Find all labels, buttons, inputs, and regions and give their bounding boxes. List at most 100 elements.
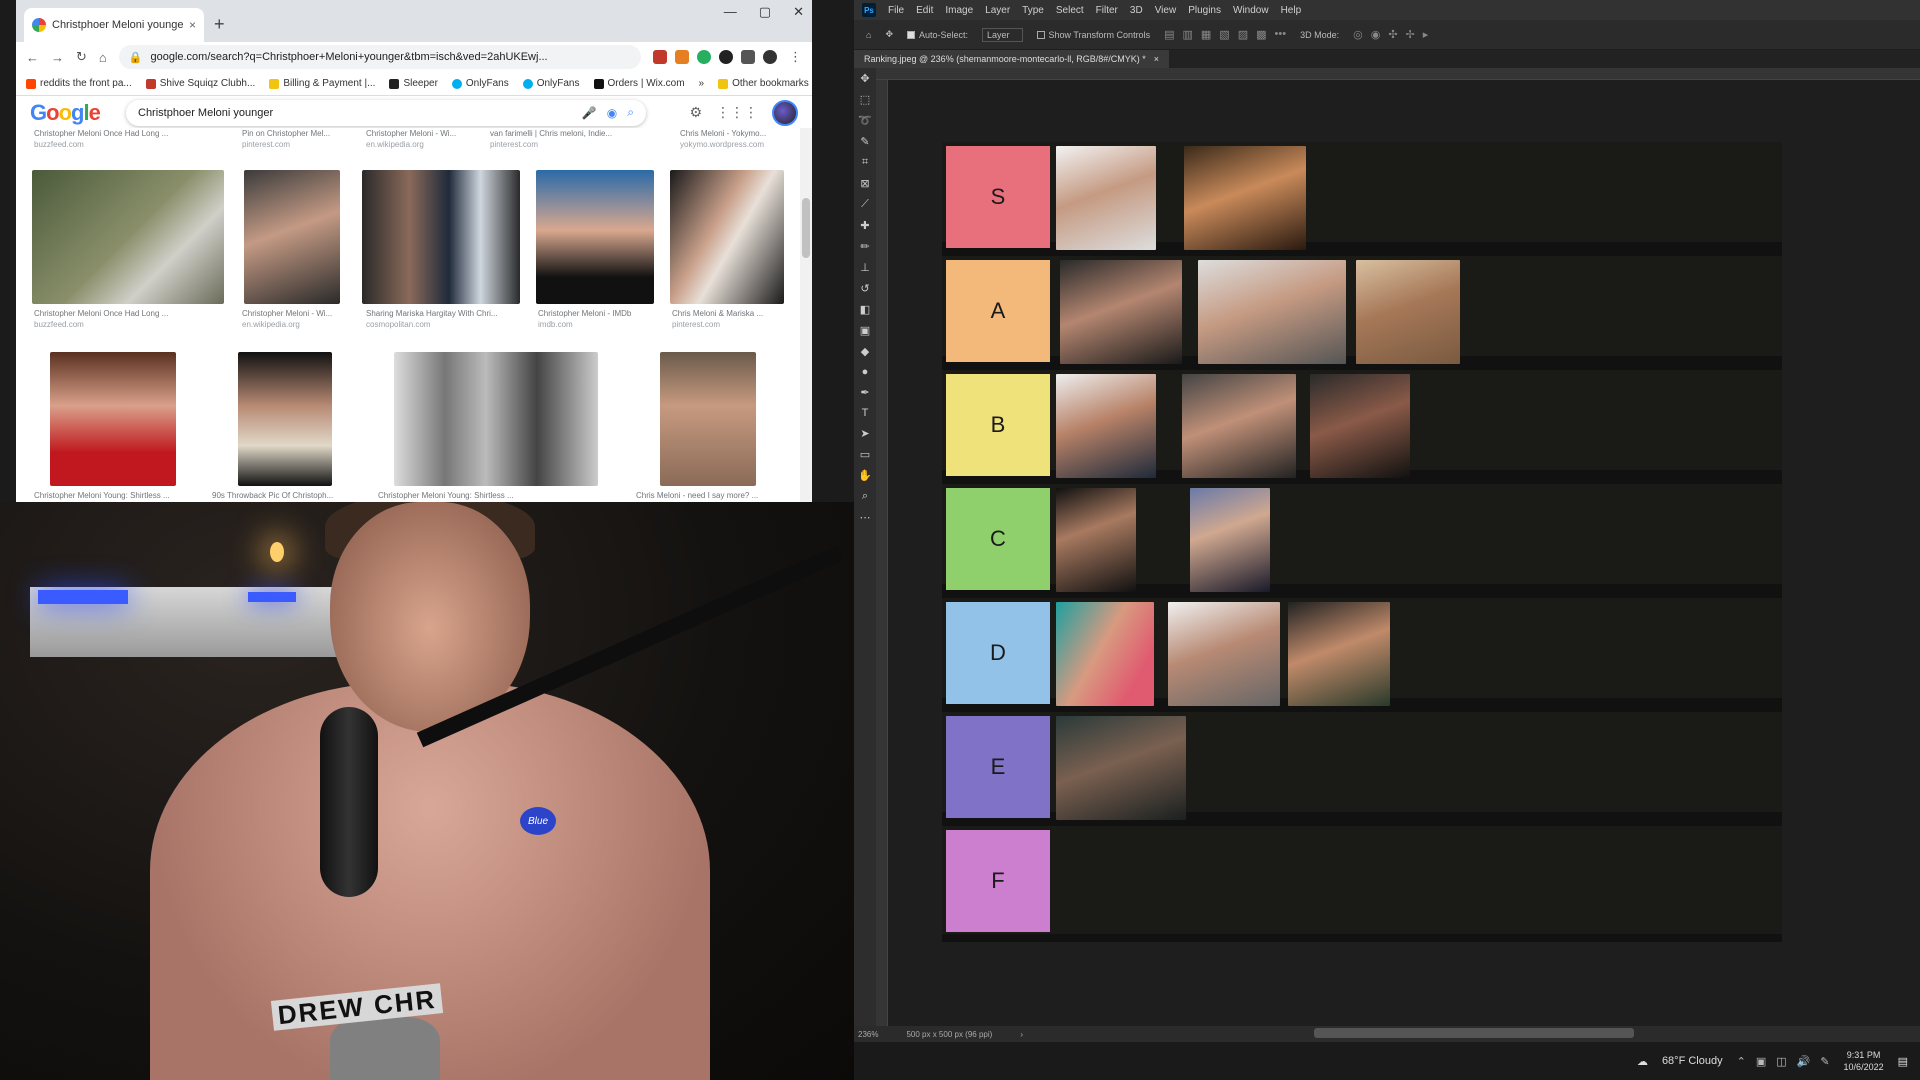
pen-tool-icon[interactable]: ✒ bbox=[860, 386, 869, 399]
align-icon[interactable]: ▩ bbox=[1256, 28, 1266, 41]
menu-plugins[interactable]: Plugins bbox=[1188, 5, 1221, 16]
3d-roll-icon[interactable]: ◉ bbox=[1371, 28, 1381, 41]
tier-photo[interactable] bbox=[1056, 716, 1186, 820]
more-icon[interactable]: ••• bbox=[1275, 28, 1287, 41]
other-bookmarks[interactable]: Other bookmarks bbox=[718, 78, 809, 89]
menu-filter[interactable]: Filter bbox=[1096, 5, 1118, 16]
result-image[interactable] bbox=[238, 352, 332, 486]
tab-close-icon[interactable]: × bbox=[1154, 54, 1159, 64]
marquee-tool-icon[interactable]: ⬚ bbox=[860, 93, 870, 106]
home-icon[interactable]: ⌂ bbox=[866, 30, 871, 40]
result-caption[interactable]: 90s Throwback Pic Of Christoph... bbox=[212, 490, 372, 501]
brush-tool-icon[interactable]: ✏ bbox=[860, 240, 869, 253]
bookmark-item[interactable]: reddits the front pa... bbox=[26, 78, 132, 89]
minimize-button[interactable]: — bbox=[724, 4, 737, 20]
quick-select-tool-icon[interactable]: ✎ bbox=[860, 135, 869, 148]
result-caption[interactable]: Christopher Meloni Once Had Long ... buzz… bbox=[34, 308, 224, 330]
microphone-icon[interactable]: 🎤 bbox=[582, 106, 597, 120]
tier-photo[interactable] bbox=[1056, 374, 1156, 478]
tray-icon[interactable]: ▣ bbox=[1756, 1055, 1766, 1068]
network-icon[interactable]: ◫ bbox=[1776, 1055, 1786, 1068]
tier-photo[interactable] bbox=[1198, 260, 1346, 364]
menu-window[interactable]: Window bbox=[1233, 5, 1269, 16]
bookmark-item[interactable]: OnlyFans bbox=[522, 78, 580, 89]
result-image[interactable] bbox=[394, 352, 598, 486]
result-caption[interactable]: Christopher Meloni - Wi... en.wikipedia.o… bbox=[366, 128, 456, 150]
home-icon[interactable]: ⌂ bbox=[99, 50, 107, 65]
browser-tab[interactable]: Christphoer Meloni younger - Go × bbox=[24, 8, 204, 42]
zoom-level[interactable]: 236% bbox=[858, 1030, 878, 1039]
3d-pan-icon[interactable]: ✣ bbox=[1388, 28, 1397, 41]
hand-tool-icon[interactable]: ✋ bbox=[858, 469, 872, 482]
align-icon[interactable]: ▤ bbox=[1164, 28, 1174, 41]
align-icon[interactable]: ▥ bbox=[1182, 28, 1192, 41]
eyedropper-tool-icon[interactable]: ⟋ bbox=[861, 198, 869, 211]
maximize-button[interactable]: ▢ bbox=[759, 4, 771, 20]
crop-tool-icon[interactable]: ⌗ bbox=[862, 156, 868, 169]
result-caption[interactable]: Chris Meloni - need I say more? ... bbox=[636, 490, 796, 501]
result-caption[interactable]: Chris Meloni & Mariska ... pinterest.com bbox=[672, 308, 792, 330]
blur-tool-icon[interactable]: ◆ bbox=[861, 345, 869, 358]
new-tab-button[interactable]: + bbox=[214, 14, 225, 35]
extension-icon[interactable] bbox=[719, 50, 733, 64]
dodge-tool-icon[interactable]: ● bbox=[862, 366, 869, 378]
result-caption[interactable]: Sharing Mariska Hargitay With Chri... cos… bbox=[366, 308, 526, 330]
result-caption[interactable]: Christopher Meloni - Wi... en.wikipedia.o… bbox=[242, 308, 352, 330]
tier-photo[interactable] bbox=[1056, 602, 1154, 706]
url-input[interactable]: 🔒 google.com/search?q=Christphoer+Meloni… bbox=[118, 45, 641, 69]
google-logo[interactable]: Google bbox=[30, 100, 110, 126]
document-tab[interactable]: Ranking.jpeg @ 236% (shemanmoore-monteca… bbox=[854, 50, 1170, 68]
pen-icon[interactable]: ✎ bbox=[1820, 1055, 1829, 1068]
taskbar-clock[interactable]: 9:31 PM 10/6/2022 bbox=[1844, 1049, 1884, 1073]
extension-icon[interactable] bbox=[653, 50, 667, 64]
result-caption[interactable]: Christopher Meloni Once Had Long ... buzz… bbox=[34, 128, 168, 150]
layer-dropdown[interactable]: Layer bbox=[982, 27, 1023, 42]
zoom-tool-icon[interactable]: ⌕ bbox=[862, 490, 868, 503]
apps-grid-icon[interactable]: ⋮⋮⋮ bbox=[716, 104, 758, 121]
result-image[interactable] bbox=[244, 170, 340, 304]
result-image[interactable] bbox=[660, 352, 756, 486]
extension-icon[interactable] bbox=[697, 50, 711, 64]
eraser-tool-icon[interactable]: ◧ bbox=[860, 303, 870, 316]
auto-select-checkbox[interactable]: Auto-Select: bbox=[906, 30, 968, 40]
tier-photo[interactable] bbox=[1056, 146, 1156, 250]
extension-icon[interactable] bbox=[675, 50, 689, 64]
frame-tool-icon[interactable]: ⊠ bbox=[860, 177, 869, 190]
align-icon[interactable]: ▨ bbox=[1238, 28, 1248, 41]
result-image[interactable] bbox=[50, 352, 176, 486]
menu-type[interactable]: Type bbox=[1022, 5, 1044, 16]
result-image[interactable] bbox=[362, 170, 520, 304]
shape-tool-icon[interactable]: ▭ bbox=[860, 448, 870, 461]
camera-search-icon[interactable]: ◉ bbox=[607, 106, 617, 120]
status-arrow-icon[interactable]: › bbox=[1020, 1030, 1023, 1039]
tier-photo[interactable] bbox=[1190, 488, 1270, 592]
tier-photo[interactable] bbox=[1184, 146, 1306, 250]
tier-photo[interactable] bbox=[1310, 374, 1410, 478]
3d-scale-icon[interactable]: ▸ bbox=[1423, 28, 1429, 41]
3d-orbit-icon[interactable]: ◎ bbox=[1353, 28, 1363, 41]
chevron-up-icon[interactable]: ⌃ bbox=[1737, 1055, 1746, 1068]
bookmark-item[interactable]: OnlyFans bbox=[451, 78, 509, 89]
notification-icon[interactable]: ▤ bbox=[1898, 1055, 1908, 1068]
tab-close-icon[interactable]: × bbox=[189, 18, 196, 32]
tier-photo[interactable] bbox=[1060, 260, 1182, 364]
history-brush-icon[interactable]: ↺ bbox=[860, 282, 869, 295]
tier-photo[interactable] bbox=[1168, 602, 1280, 706]
menu-file[interactable]: File bbox=[888, 5, 904, 16]
tier-photo[interactable] bbox=[1182, 374, 1296, 478]
bookmarks-overflow-icon[interactable]: » bbox=[699, 78, 705, 89]
result-caption[interactable]: Christopher Meloni Young: Shirtless ... bbox=[378, 490, 578, 501]
tier-photo[interactable] bbox=[1356, 260, 1460, 364]
align-icon[interactable]: ▧ bbox=[1219, 28, 1229, 41]
transform-controls-checkbox[interactable]: Show Transform Controls bbox=[1036, 30, 1150, 40]
bookmark-item[interactable]: Shive Squiqz Clubh... bbox=[145, 78, 255, 89]
path-select-tool-icon[interactable]: ➤ bbox=[860, 427, 869, 440]
result-caption[interactable]: Christopher Meloni - IMDb imdb.com bbox=[538, 308, 658, 330]
search-input[interactable]: Christphoer Meloni younger 🎤 ◉ ⌕ bbox=[126, 100, 646, 126]
results-scrollbar[interactable] bbox=[800, 128, 812, 502]
horizontal-scrollbar[interactable] bbox=[1314, 1028, 1634, 1038]
bookmark-item[interactable]: Billing & Payment |... bbox=[269, 78, 375, 89]
account-avatar[interactable] bbox=[772, 99, 798, 126]
forward-icon[interactable]: → bbox=[51, 50, 64, 65]
puzzle-icon[interactable] bbox=[741, 50, 755, 64]
